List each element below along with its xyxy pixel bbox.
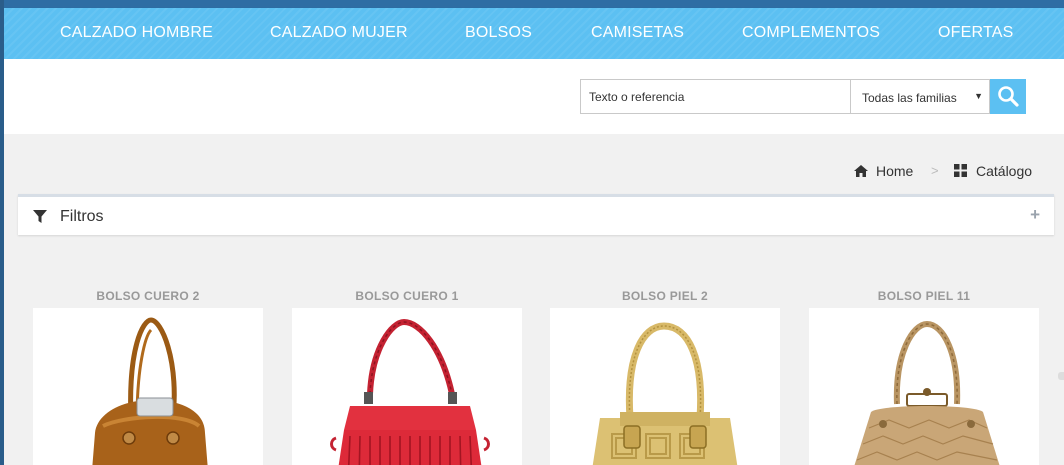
breadcrumb-catalog-label: Catálogo [976,163,1033,179]
product-card[interactable]: BOLSO PIEL 2 [550,284,780,465]
top-strip [4,0,1064,8]
nav-item-calzado-hombre[interactable]: CALZADO HOMBRE [60,24,213,42]
product-image[interactable] [550,308,780,465]
family-select-value: Todas las familias [862,91,957,105]
nav-item-camisetas[interactable]: CAMISETAS [591,24,684,42]
product-image[interactable] [33,308,263,465]
product-name[interactable]: BOLSO PIEL 2 [550,284,780,308]
nav-item-ofertas[interactable]: OFERTAS [938,24,1014,42]
breadcrumb-separator: > [931,163,939,178]
family-select[interactable]: Todas las familias ▼ [850,79,990,114]
search-icon [998,86,1019,107]
search-button[interactable] [990,79,1026,114]
main-nav: CALZADO HOMBRE CALZADO MUJER BOLSOS CAMI… [4,8,1064,59]
expand-icon[interactable]: + [1030,205,1040,225]
page: CALZADO HOMBRE CALZADO MUJER BOLSOS CAMI… [4,0,1064,465]
home-icon [854,165,868,177]
product-image[interactable] [809,308,1039,465]
header: Todas las familias ▼ [4,59,1064,134]
nav-item-bolsos[interactable]: BOLSOS [465,24,532,42]
chevron-down-icon: ▼ [974,91,983,101]
product-image[interactable] [292,308,522,465]
nav-item-calzado-mujer[interactable]: CALZADO MUJER [270,24,408,42]
search-input[interactable] [580,79,850,114]
filters-panel[interactable]: Filtros + [18,194,1054,235]
product-card[interactable]: BOLSO CUERO 2 [33,284,263,465]
carousel-next-handle[interactable] [1058,372,1064,380]
product-card[interactable]: BOLSO CUERO 1 [292,284,522,465]
product-card[interactable]: BOLSO PIEL 11 [809,284,1039,465]
filter-icon [33,210,47,223]
product-name[interactable]: BOLSO CUERO 1 [292,284,522,308]
filters-label: Filtros [60,208,104,225]
grid-icon [954,164,967,177]
nav-item-complementos[interactable]: COMPLEMENTOS [742,24,880,42]
product-name[interactable]: BOLSO PIEL 11 [809,284,1039,308]
product-name[interactable]: BOLSO CUERO 2 [33,284,263,308]
breadcrumb-home-label: Home [876,163,914,179]
